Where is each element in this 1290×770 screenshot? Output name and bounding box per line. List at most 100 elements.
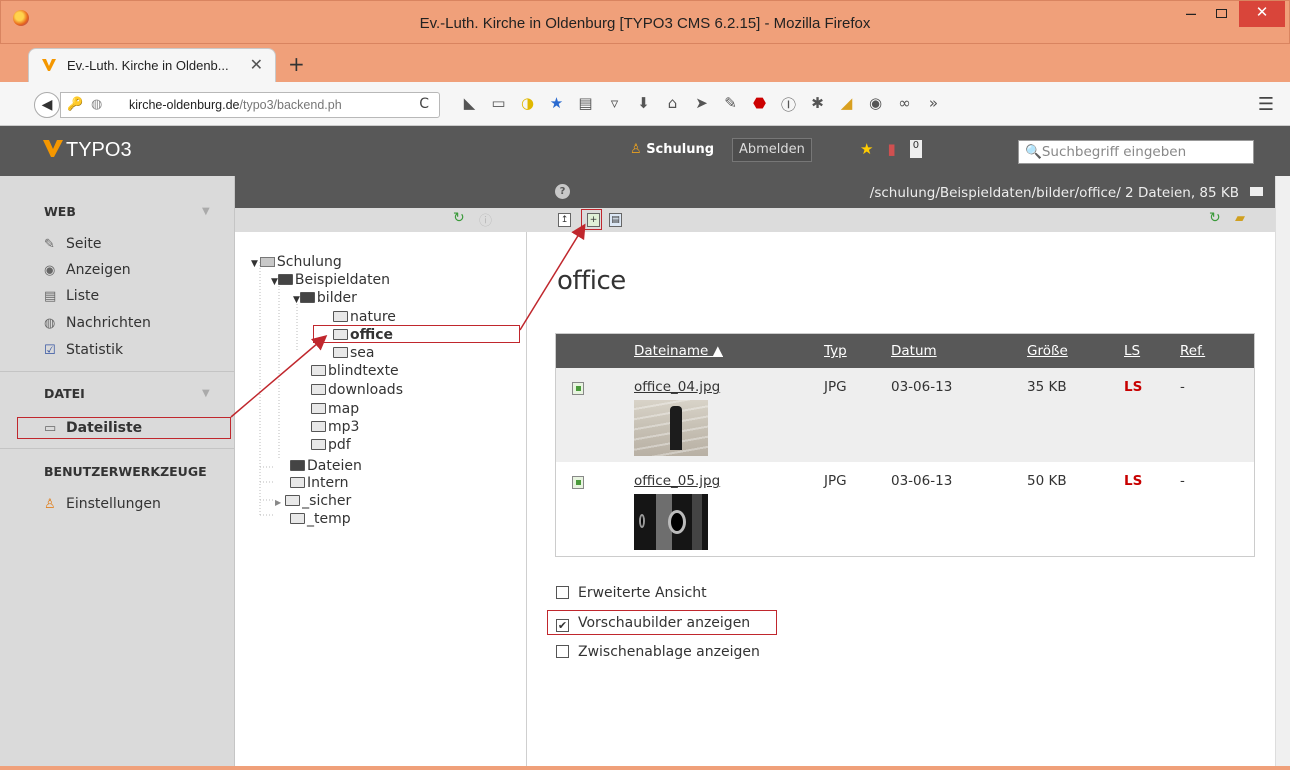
- browser-tab[interactable]: Ev.-Luth. Kirche in Oldenb... ✕: [28, 48, 276, 82]
- module-group-benutzerwerkzeuge[interactable]: BENUTZERWERKZEUGE: [44, 464, 207, 479]
- expand-arrow-icon[interactable]: ▼: [293, 295, 300, 305]
- back-button[interactable]: ◀: [34, 92, 60, 118]
- adblock-icon[interactable]: ⬣: [745, 94, 774, 116]
- col-datum[interactable]: Datum: [891, 343, 937, 359]
- tree-node-bilder[interactable]: ▼ bilder: [293, 290, 357, 308]
- file-ls-link[interactable]: LS: [1124, 379, 1142, 395]
- navigation-bar: ◀ 🔑 ◍ kirche-oldenburg.de/typo3/backend.…: [0, 82, 1290, 126]
- folder-icon: [333, 311, 348, 322]
- tree-node-intern[interactable]: Intern: [290, 475, 349, 491]
- typo3-logo[interactable]: TYPO3: [42, 138, 132, 162]
- col-groesse[interactable]: Größe: [1027, 343, 1068, 359]
- ip-icon[interactable]: Ⓘ: [774, 94, 803, 116]
- todo-badge[interactable]: 0: [909, 140, 923, 158]
- file-date: 03-06-13: [891, 473, 953, 489]
- col-dateiname[interactable]: Dateiname ▲: [634, 343, 723, 359]
- expand-arrow-icon[interactable]: ▼: [271, 277, 278, 287]
- option-erweiterte-ansicht[interactable]: Erweiterte Ansicht: [556, 585, 707, 601]
- table-row[interactable]: office_04.jpg JPG 03-06-13 35 KB LS -: [556, 368, 1254, 462]
- tools-icon[interactable]: ✱: [803, 94, 832, 116]
- module-item-label: Anzeigen: [66, 262, 131, 278]
- tree-node-nature[interactable]: nature: [333, 309, 396, 325]
- file-thumbnail[interactable]: [634, 494, 708, 550]
- reading-list-icon[interactable]: ▤: [571, 94, 600, 116]
- module-item-statistik[interactable]: ☑ Statistik: [44, 342, 123, 358]
- addon-icon[interactable]: ◑: [513, 94, 542, 116]
- tree-node-schulung[interactable]: ▼ Schulung: [251, 254, 342, 272]
- url-bar[interactable]: 🔑 ◍ kirche-oldenburg.de/typo3/backend.ph…: [60, 92, 440, 118]
- refresh-icon[interactable]: ↻: [453, 210, 465, 226]
- tree-node-sea[interactable]: sea: [333, 345, 375, 361]
- module-item-seite[interactable]: ✎ Seite: [44, 236, 102, 252]
- minimize-button[interactable]: –: [1177, 1, 1205, 27]
- tree-node-mp3[interactable]: mp3: [311, 419, 359, 435]
- rss-icon[interactable]: ◣: [455, 94, 484, 116]
- tab-close-button[interactable]: ✕: [250, 55, 263, 74]
- tree-node-sicher[interactable]: ▶ _sicher: [275, 493, 351, 511]
- overflow-icon[interactable]: »: [919, 94, 948, 116]
- file-thumbnail[interactable]: [634, 400, 708, 456]
- image-file-icon[interactable]: [572, 476, 584, 489]
- maximize-button[interactable]: [1207, 1, 1235, 27]
- pocket-icon[interactable]: ▿: [600, 94, 629, 116]
- module-item-liste[interactable]: ▤ Liste: [44, 288, 99, 304]
- workspace-icon[interactable]: ▮: [887, 140, 895, 158]
- scrollbar[interactable]: [1275, 176, 1290, 770]
- file-name-link[interactable]: office_04.jpg: [634, 379, 720, 395]
- file-ls-link[interactable]: LS: [1124, 473, 1142, 489]
- image-file-icon[interactable]: [572, 382, 584, 395]
- hamburger-menu-icon[interactable]: ☰: [1258, 94, 1274, 115]
- tree-help-icon[interactable]: ⓘ: [479, 210, 492, 229]
- checkbox-unchecked[interactable]: [556, 586, 569, 599]
- folder-icon: [311, 439, 326, 450]
- home-icon[interactable]: ⌂: [658, 94, 687, 116]
- reload-button[interactable]: C: [419, 96, 429, 112]
- module-group-web[interactable]: WEB ▼: [44, 204, 210, 219]
- file-size: 35 KB: [1027, 379, 1067, 395]
- tree-node-beispieldaten[interactable]: ▼ Beispieldaten: [271, 272, 390, 290]
- paint-icon[interactable]: ◢: [832, 94, 861, 116]
- search-input[interactable]: 🔍Suchbegriff eingeben: [1018, 140, 1254, 164]
- list-icon: ▤: [44, 289, 57, 304]
- new-folder-icon[interactable]: ▤: [609, 213, 622, 227]
- col-ls[interactable]: LS: [1124, 343, 1140, 359]
- module-item-einstellungen[interactable]: ♙ Einstellungen: [44, 496, 161, 512]
- new-tab-button[interactable]: +: [288, 52, 305, 76]
- bookmarks-star-icon[interactable]: ★: [860, 140, 873, 158]
- module-group-datei[interactable]: DATEI ▼: [44, 386, 210, 401]
- history-icon[interactable]: ◉: [861, 94, 890, 116]
- thumb-binder: [692, 494, 702, 550]
- tree-node-map[interactable]: map: [311, 401, 359, 417]
- tree-node-temp[interactable]: _temp: [290, 511, 351, 527]
- logout-button[interactable]: Abmelden: [732, 138, 812, 162]
- tree-node-pdf[interactable]: pdf: [311, 437, 351, 453]
- bookmark-star-icon[interactable]: ★: [542, 94, 571, 116]
- file-table: Dateiname ▲ Typ Datum Größe LS Ref. offi…: [555, 333, 1255, 557]
- collapsed-arrow-icon[interactable]: ▶: [275, 498, 281, 507]
- mask-icon[interactable]: ∞: [890, 94, 919, 116]
- help-icon[interactable]: ?: [555, 184, 570, 199]
- typo3-favicon-icon: [42, 59, 56, 71]
- table-row[interactable]: office_05.jpg JPG 03-06-13 50 KB LS -: [556, 462, 1254, 556]
- module-item-nachrichten[interactable]: ◍ Nachrichten: [44, 315, 151, 331]
- expand-arrow-icon[interactable]: ▼: [251, 259, 258, 269]
- site-identity-icon[interactable]: 🔑: [67, 97, 83, 112]
- print-icon[interactable]: ▭: [484, 94, 513, 116]
- col-typ[interactable]: Typ: [824, 343, 847, 359]
- tree-node-dateien[interactable]: Dateien: [290, 458, 362, 474]
- reload-list-icon[interactable]: ↻: [1209, 210, 1221, 226]
- add-folder-icon[interactable]: ▰: [1235, 211, 1245, 226]
- col-ref[interactable]: Ref.: [1180, 343, 1205, 359]
- close-window-button[interactable]: ✕: [1239, 1, 1285, 27]
- file-name-link[interactable]: office_05.jpg: [634, 473, 720, 489]
- upload-icon[interactable]: ↥: [558, 213, 571, 227]
- user-menu[interactable]: ♙ Schulung: [630, 142, 714, 157]
- tree-node-downloads[interactable]: downloads: [311, 382, 403, 398]
- option-zwischenablage[interactable]: Zwischenablage anzeigen: [556, 644, 760, 660]
- checkbox-unchecked[interactable]: [556, 645, 569, 658]
- download-icon[interactable]: ⬇: [629, 94, 658, 116]
- tree-node-blindtexte[interactable]: blindtexte: [311, 363, 399, 379]
- module-item-anzeigen[interactable]: ◉ Anzeigen: [44, 262, 131, 278]
- eyedropper-icon[interactable]: ✎: [716, 94, 745, 116]
- send-icon[interactable]: ➤: [687, 94, 716, 116]
